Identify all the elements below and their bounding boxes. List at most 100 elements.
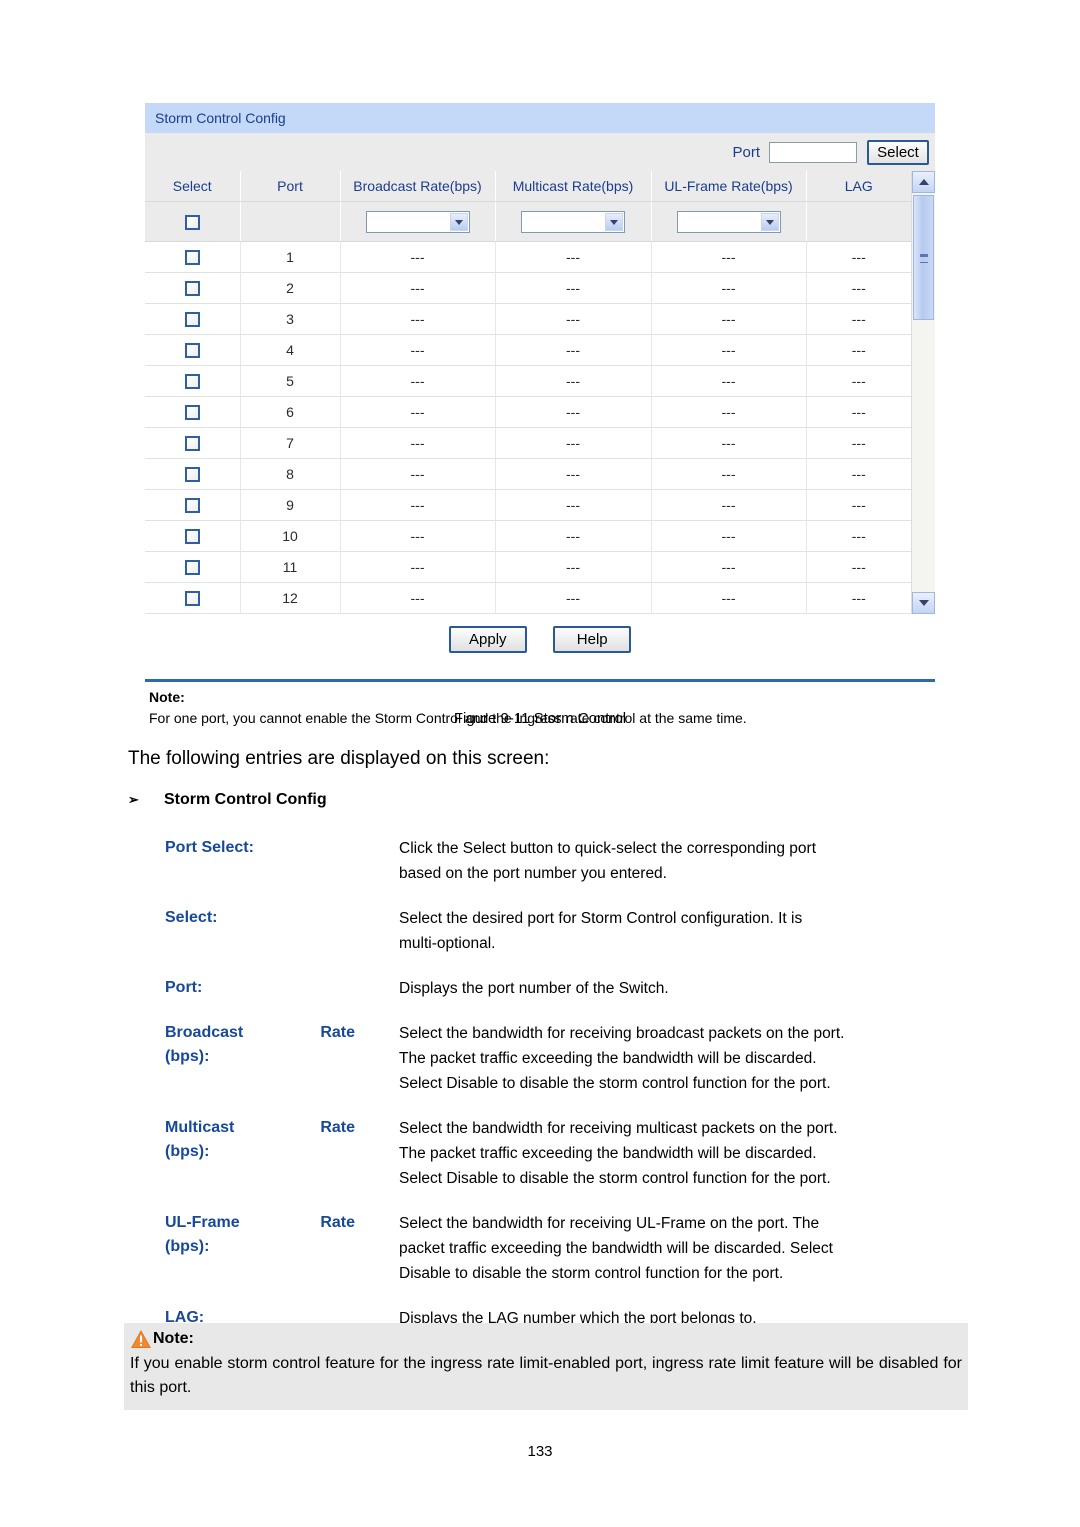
storm-control-table: Select Port Broadcast Rate(bps) Multicas… [145,171,911,614]
bulk-multicast-cell [495,201,652,242]
row-lag-cell: --- [806,241,911,273]
definition-desc-line: Displays the port number of the Switch. [399,980,669,997]
row-checkbox[interactable] [184,281,200,297]
row-broadcast-cell: --- [340,396,496,428]
table-body: 1 --- --- --- --- 2 --- --- --- --- 3 --- --- --- --- 4… [145,201,911,614]
row-select-cell [145,241,241,273]
row-checkbox[interactable] [184,374,200,390]
row-multicast-cell: --- [495,396,652,428]
row-broadcast-cell: --- [340,334,496,366]
select-button[interactable]: Select [867,139,929,165]
warning-note-header: Note: [130,1329,962,1349]
port-table-scroll-area: Select Port Broadcast Rate(bps) Multicas… [145,171,911,614]
row-port-cell: 5 [240,365,341,397]
row-port-cell: 7 [240,427,341,459]
scrollbar-thumb[interactable] [913,195,934,320]
help-button[interactable]: Help [553,626,632,653]
definition-term-line2: (bps): [165,1048,210,1065]
row-broadcast-cell: --- [340,458,496,490]
row-checkbox[interactable] [184,560,200,576]
select-all-checkbox[interactable] [184,214,200,230]
row-checkbox[interactable] [184,436,200,452]
row-checkbox[interactable] [184,405,200,421]
row-ul-frame-cell: --- [651,427,807,459]
row-ul-frame-cell: --- [651,520,807,552]
definition-description: Select the bandwidth for receiving multi… [399,1116,960,1191]
row-lag-cell: --- [806,489,911,521]
definition-term: Port: [165,979,203,996]
row-lag-cell: --- [806,551,911,583]
port-label: Port [732,143,760,161]
row-multicast-cell: --- [495,427,652,459]
definition-term-cell: Broadcast Rate (bps): [165,1021,399,1096]
definition-term-main: Multicast [165,1119,235,1136]
row-checkbox[interactable] [184,498,200,514]
row-select-cell [145,334,241,366]
row-ul-frame-cell: --- [651,582,807,614]
table-row: 12 --- --- --- --- [145,582,911,614]
row-broadcast-cell: --- [340,303,496,335]
port-input[interactable] [769,141,857,163]
row-lag-cell: --- [806,458,911,490]
row-checkbox[interactable] [184,250,200,266]
row-checkbox[interactable] [184,343,200,359]
row-port-cell: 1 [240,241,341,273]
table-row: 2 --- --- --- --- [145,272,911,304]
row-multicast-cell: --- [495,458,652,490]
scroll-down-button[interactable] [912,592,935,614]
multicast-rate-dropdown[interactable] [521,210,625,233]
chevron-down-icon [605,212,623,231]
row-broadcast-cell: --- [340,272,496,304]
row-broadcast-cell: --- [340,582,496,614]
row-select-cell [145,365,241,397]
definition-desc-line: packet traffic exceeding the bandwidth w… [399,1240,833,1257]
row-select-cell [145,303,241,335]
scroll-up-button[interactable] [912,171,935,193]
intro-paragraph: The following entries are displayed on t… [128,748,550,769]
row-ul-frame-cell: --- [651,241,807,273]
row-port-cell: 9 [240,489,341,521]
port-select-bar: Port Select [145,133,935,171]
definition-desc-line: The packet traffic exceeding the bandwid… [399,1050,817,1067]
definition-term-sub: Rate [320,1119,355,1136]
table-row: 4 --- --- --- --- [145,334,911,366]
definition-description: Select the bandwidth for receiving broad… [399,1021,960,1096]
definition-list: Port Select: Click the Select button to q… [165,836,960,1351]
definition-term-sub: Rate [320,1214,355,1231]
row-lag-cell: --- [806,520,911,552]
warning-triangle-icon [131,1330,151,1348]
table-row: 11 --- --- --- --- [145,551,911,583]
definition-row: Select: Select the desired port for Storm… [165,906,960,956]
row-checkbox[interactable] [184,467,200,483]
bulk-edit-row [145,201,911,242]
table-header-row: Select Port Broadcast Rate(bps) Multicas… [145,171,911,202]
definition-description: Select the desired port for Storm Contro… [399,906,960,956]
row-ul-frame-cell: --- [651,272,807,304]
chevron-down-icon [449,212,468,231]
table-scrollbar[interactable] [911,171,935,614]
row-select-cell [145,272,241,304]
row-lag-cell: --- [806,365,911,397]
row-broadcast-cell: --- [340,365,496,397]
broadcast-rate-dropdown[interactable] [365,210,470,233]
row-multicast-cell: --- [495,365,652,397]
ul-frame-rate-dropdown[interactable] [676,210,781,233]
row-checkbox[interactable] [184,312,200,328]
row-checkbox[interactable] [184,591,200,607]
row-multicast-cell: --- [495,520,652,552]
apply-button[interactable]: Apply [448,626,527,653]
definition-term: Port Select: [165,839,254,856]
row-select-cell [145,489,241,521]
row-ul-frame-cell: --- [651,489,807,521]
definition-desc-line: The packet traffic exceeding the bandwid… [399,1145,817,1162]
storm-control-screenshot: Storm Control Config Port Select Select … [145,103,935,736]
definition-term-cell: Port Select: [165,836,399,886]
definition-desc-line: Select the desired port for Storm Contro… [399,910,803,927]
row-checkbox[interactable] [184,529,200,545]
definition-row: Port Select: Click the Select button to q… [165,836,960,886]
definition-term-main: UL-Frame [165,1214,240,1231]
row-broadcast-cell: --- [340,551,496,583]
form-actions: Apply Help [145,614,935,679]
row-port-cell: 11 [240,551,341,583]
definition-term-cell: Port: [165,976,399,1001]
